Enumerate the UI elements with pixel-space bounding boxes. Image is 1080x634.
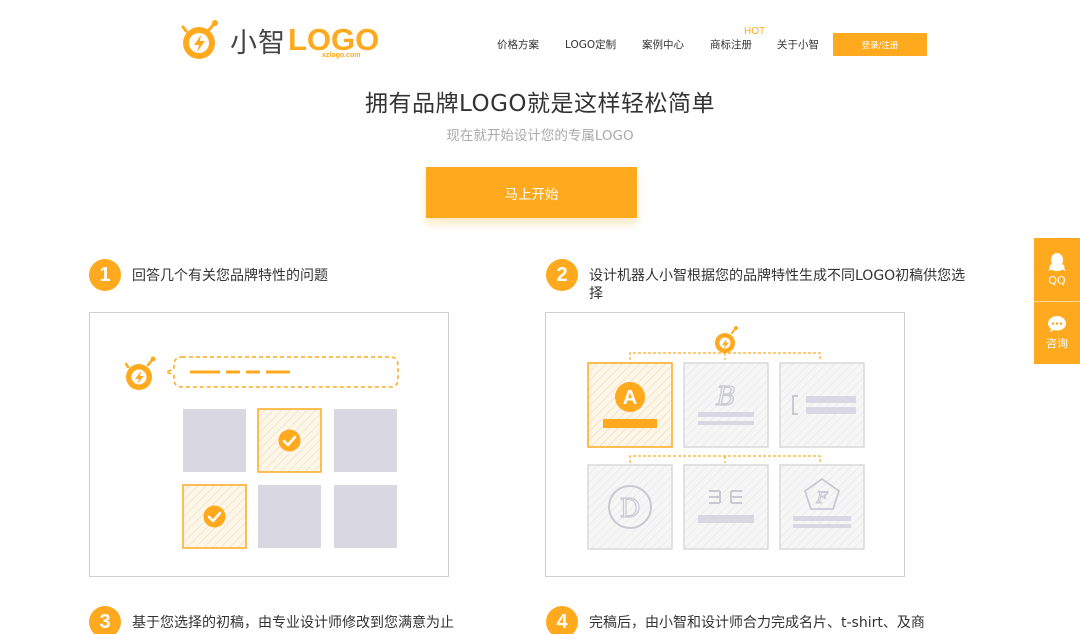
step-4-number: 4 <box>546 606 578 634</box>
letter-b: B <box>715 382 735 412</box>
robot-logo-icon <box>181 20 218 59</box>
robot-icon <box>715 326 738 353</box>
start-button[interactable]: 马上开始 <box>426 167 637 218</box>
step-1-number: 1 <box>89 259 121 291</box>
step-3-text: 基于您选择的初稿，由专业设计师修改到您满意为止 <box>132 615 454 631</box>
qq-button[interactable]: QQ <box>1034 238 1080 301</box>
qq-label: QQ <box>1048 274 1066 287</box>
consult-button[interactable]: 咨询 <box>1034 301 1080 364</box>
logo-text-cn: 小智 <box>230 27 286 59</box>
chat-bubble-icon <box>1048 316 1066 332</box>
logo-drafts-illustration: A B D F <box>587 326 865 550</box>
letter-a: A <box>623 387 637 409</box>
nav-pricing[interactable]: 价格方案 <box>497 37 539 52</box>
step-2-illustration: A B D F <box>545 312 905 577</box>
nav-cases[interactable]: 案例中心 <box>642 37 684 52</box>
qq-penguin-icon <box>1048 253 1066 271</box>
hot-badge: HOT <box>744 26 766 37</box>
step-4-text: 完稿后，由小智和设计师合力完成名片、t-shirt、及商 <box>589 615 925 631</box>
letter-f: F <box>815 488 828 507</box>
step-2-number: 2 <box>546 259 578 291</box>
letter-d: D <box>620 494 641 524</box>
hero-title: 拥有品牌LOGO就是这样轻松简单 <box>364 91 716 117</box>
step-2-text: 设计机器人小智根据您的品牌特性生成不同LOGO初稿供您选择 <box>589 268 966 302</box>
nav-trademark[interactable]: 商标注册 <box>710 37 752 52</box>
robot-icon <box>124 356 156 390</box>
consult-label: 咨询 <box>1046 337 1068 350</box>
nav-logo-custom[interactable]: LOGO定制 <box>565 37 616 52</box>
hero-subtitle: 现在就开始设计您的专属LOGO <box>446 128 634 144</box>
step-1-illustration <box>89 312 449 577</box>
logo-domain: xzlogo.com <box>322 52 361 59</box>
side-contact-widget: QQ 咨询 <box>1034 238 1080 364</box>
login-register-button[interactable]: 登录/注册 <box>833 33 927 56</box>
step-3-number: 3 <box>89 606 121 634</box>
step-1-text: 回答几个有关您品牌特性的问题 <box>132 268 328 284</box>
questionnaire-illustration <box>124 356 399 549</box>
nav-about[interactable]: 关于小智 <box>777 37 819 52</box>
